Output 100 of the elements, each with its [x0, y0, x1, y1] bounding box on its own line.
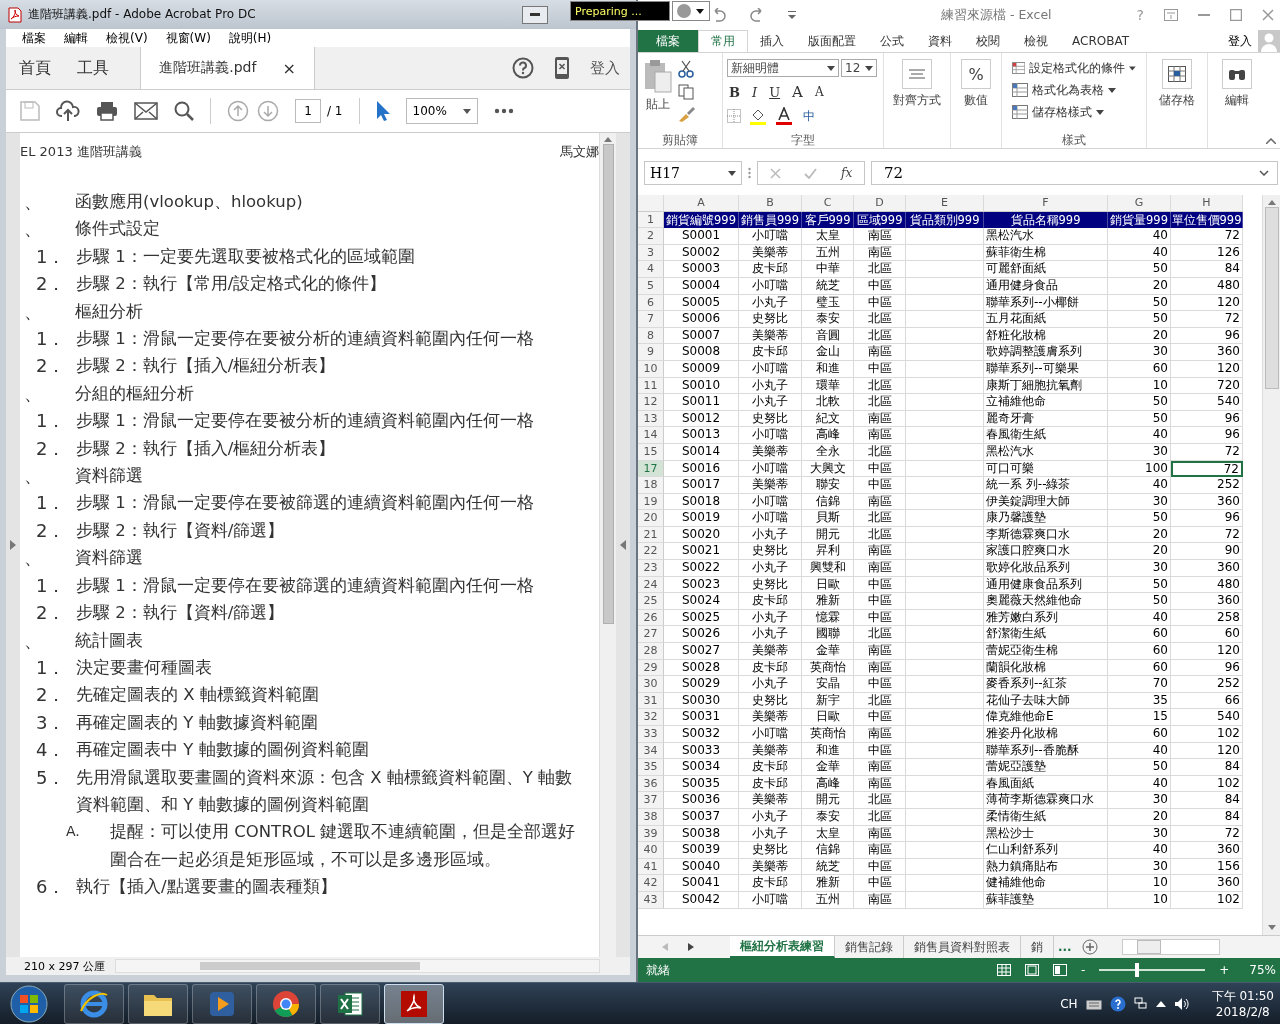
grow-font-button[interactable]: A: [790, 83, 805, 101]
search-icon[interactable]: [174, 101, 194, 121]
page-break-icon[interactable]: [1052, 964, 1067, 976]
help-icon[interactable]: [1109, 995, 1126, 1012]
row-number[interactable]: 40: [638, 842, 664, 859]
number-format-button[interactable]: % 數值: [959, 57, 993, 132]
caret-icon[interactable]: [728, 170, 736, 176]
ribbon-tab[interactable]: 版面配置: [796, 30, 868, 52]
ribbon-tab[interactable]: 常用: [698, 30, 748, 52]
scrollbar-thumb[interactable]: [1264, 207, 1279, 389]
cells-button[interactable]: 儲存格: [1157, 57, 1197, 132]
minimize-button[interactable]: [522, 5, 548, 24]
formula-field[interactable]: 72: [871, 161, 1278, 185]
menu-item[interactable]: 檢視(V): [106, 29, 148, 47]
row-number[interactable]: 37: [638, 792, 664, 809]
page-layout-icon[interactable]: [1024, 964, 1039, 976]
row-number[interactable]: 9: [638, 344, 664, 361]
start-button[interactable]: [8, 983, 50, 1024]
styles-menu-button[interactable]: 設定格式化的條件: [1006, 57, 1142, 79]
row-number[interactable]: 4: [638, 261, 664, 278]
column-header[interactable]: H: [1171, 195, 1243, 212]
clipboard-icon[interactable]: [644, 59, 672, 93]
zoom-out-button[interactable]: -: [1080, 963, 1086, 977]
editing-button[interactable]: 編輯: [1220, 57, 1254, 132]
maximize-icon[interactable]: [1230, 9, 1242, 21]
clock-time[interactable]: 下午 01:50: [1211, 988, 1274, 1005]
font-color-icon[interactable]: [775, 107, 793, 125]
row-number[interactable]: 22: [638, 543, 664, 561]
show-hidden-icon[interactable]: [1155, 1000, 1166, 1007]
caret-icon[interactable]: [462, 108, 471, 114]
help-icon[interactable]: [512, 57, 534, 79]
page-number-field[interactable]: 1: [295, 99, 321, 123]
check-icon[interactable]: [804, 167, 818, 179]
styles-menu-button[interactable]: 格式化為表格: [1006, 79, 1142, 101]
tab[interactable]: 進階班講義.pdf ×: [140, 47, 315, 89]
scroll-up-icon[interactable]: [604, 137, 612, 142]
zoom-in-button[interactable]: +: [1219, 963, 1230, 977]
slider-thumb[interactable]: [1135, 963, 1140, 977]
ribbon-tab[interactable]: ACROBAT: [1060, 30, 1141, 52]
add-sheet-icon[interactable]: [1081, 939, 1098, 955]
row-number[interactable]: 42: [638, 875, 664, 892]
insert-function-button[interactable]: fx: [841, 166, 853, 180]
customize-icon[interactable]: [788, 11, 796, 19]
close-icon[interactable]: ×: [282, 58, 296, 78]
table-style-icon[interactable]: [1012, 61, 1026, 75]
expand-icon[interactable]: [10, 540, 16, 550]
next-sheet-icon[interactable]: [688, 943, 694, 951]
clock-date[interactable]: 2018/2/8: [1215, 1005, 1270, 1019]
ribbon-display-icon[interactable]: [1164, 9, 1178, 21]
brush-icon[interactable]: [678, 106, 696, 122]
row-number[interactable]: 35: [638, 759, 664, 776]
collapse-icon[interactable]: [620, 540, 626, 550]
drag-handle-icon[interactable]: [748, 167, 751, 179]
scroll-down-icon[interactable]: [1267, 925, 1276, 930]
column-header[interactable]: G: [1108, 195, 1171, 212]
mail-icon[interactable]: [134, 102, 158, 120]
shrink-font-button[interactable]: A: [812, 85, 826, 99]
row-number[interactable]: 12: [638, 394, 664, 411]
fill-color-icon[interactable]: [749, 107, 767, 125]
collapse-ribbon-icon[interactable]: [1266, 138, 1276, 144]
row-number[interactable]: 33: [638, 726, 664, 743]
caret-icon[interactable]: [865, 65, 873, 71]
table-style-icon[interactable]: [1012, 105, 1028, 119]
row-number[interactable]: 7: [638, 311, 664, 328]
name-box[interactable]: H17: [644, 161, 742, 185]
phonetic-button[interactable]: 中: [801, 107, 817, 125]
scissors-icon[interactable]: [678, 60, 694, 78]
row-number[interactable]: 14: [638, 427, 664, 444]
scrollbar[interactable]: [599, 133, 616, 957]
menu-item[interactable]: 說明(H): [228, 29, 272, 47]
sign-in-link[interactable]: 登入: [1228, 32, 1252, 50]
row-number[interactable]: 18: [638, 477, 664, 494]
column-header[interactable]: C: [802, 195, 854, 212]
column-header[interactable]: B: [739, 195, 802, 212]
italic-button[interactable]: I: [750, 84, 760, 100]
more-icon[interactable]: [493, 108, 514, 114]
ribbon-tab[interactable]: 插入: [748, 30, 796, 52]
table-style-icon[interactable]: [1012, 83, 1028, 97]
caret-icon[interactable]: [1096, 109, 1104, 115]
bold-button[interactable]: B: [727, 84, 742, 100]
styles-menu-button[interactable]: 儲存格樣式: [1006, 101, 1142, 123]
column-header[interactable]: A: [664, 195, 739, 212]
font-name-field[interactable]: 新細明體: [727, 59, 839, 77]
upload-icon[interactable]: [56, 100, 80, 122]
copy-icon[interactable]: [678, 84, 694, 100]
binoculars-icon[interactable]: [1228, 67, 1246, 81]
scrollbar-thumb[interactable]: [602, 144, 614, 624]
mobile-icon[interactable]: [554, 56, 570, 80]
paste-button[interactable]: 貼上: [642, 57, 674, 132]
scrollbar[interactable]: [1121, 939, 1220, 955]
row-number[interactable]: 25: [638, 593, 664, 610]
menu-item[interactable]: 編輯: [64, 29, 88, 47]
row-number[interactable]: 23: [638, 560, 664, 577]
row-number[interactable]: 30: [638, 676, 664, 693]
file-tab[interactable]: 檔案: [638, 30, 698, 52]
caret-icon[interactable]: [1129, 65, 1136, 71]
tab[interactable]: 工具: [64, 47, 122, 89]
normal-view-icon[interactable]: [996, 964, 1011, 976]
tab[interactable]: 首頁: [6, 47, 64, 89]
caret-icon[interactable]: [827, 65, 835, 71]
